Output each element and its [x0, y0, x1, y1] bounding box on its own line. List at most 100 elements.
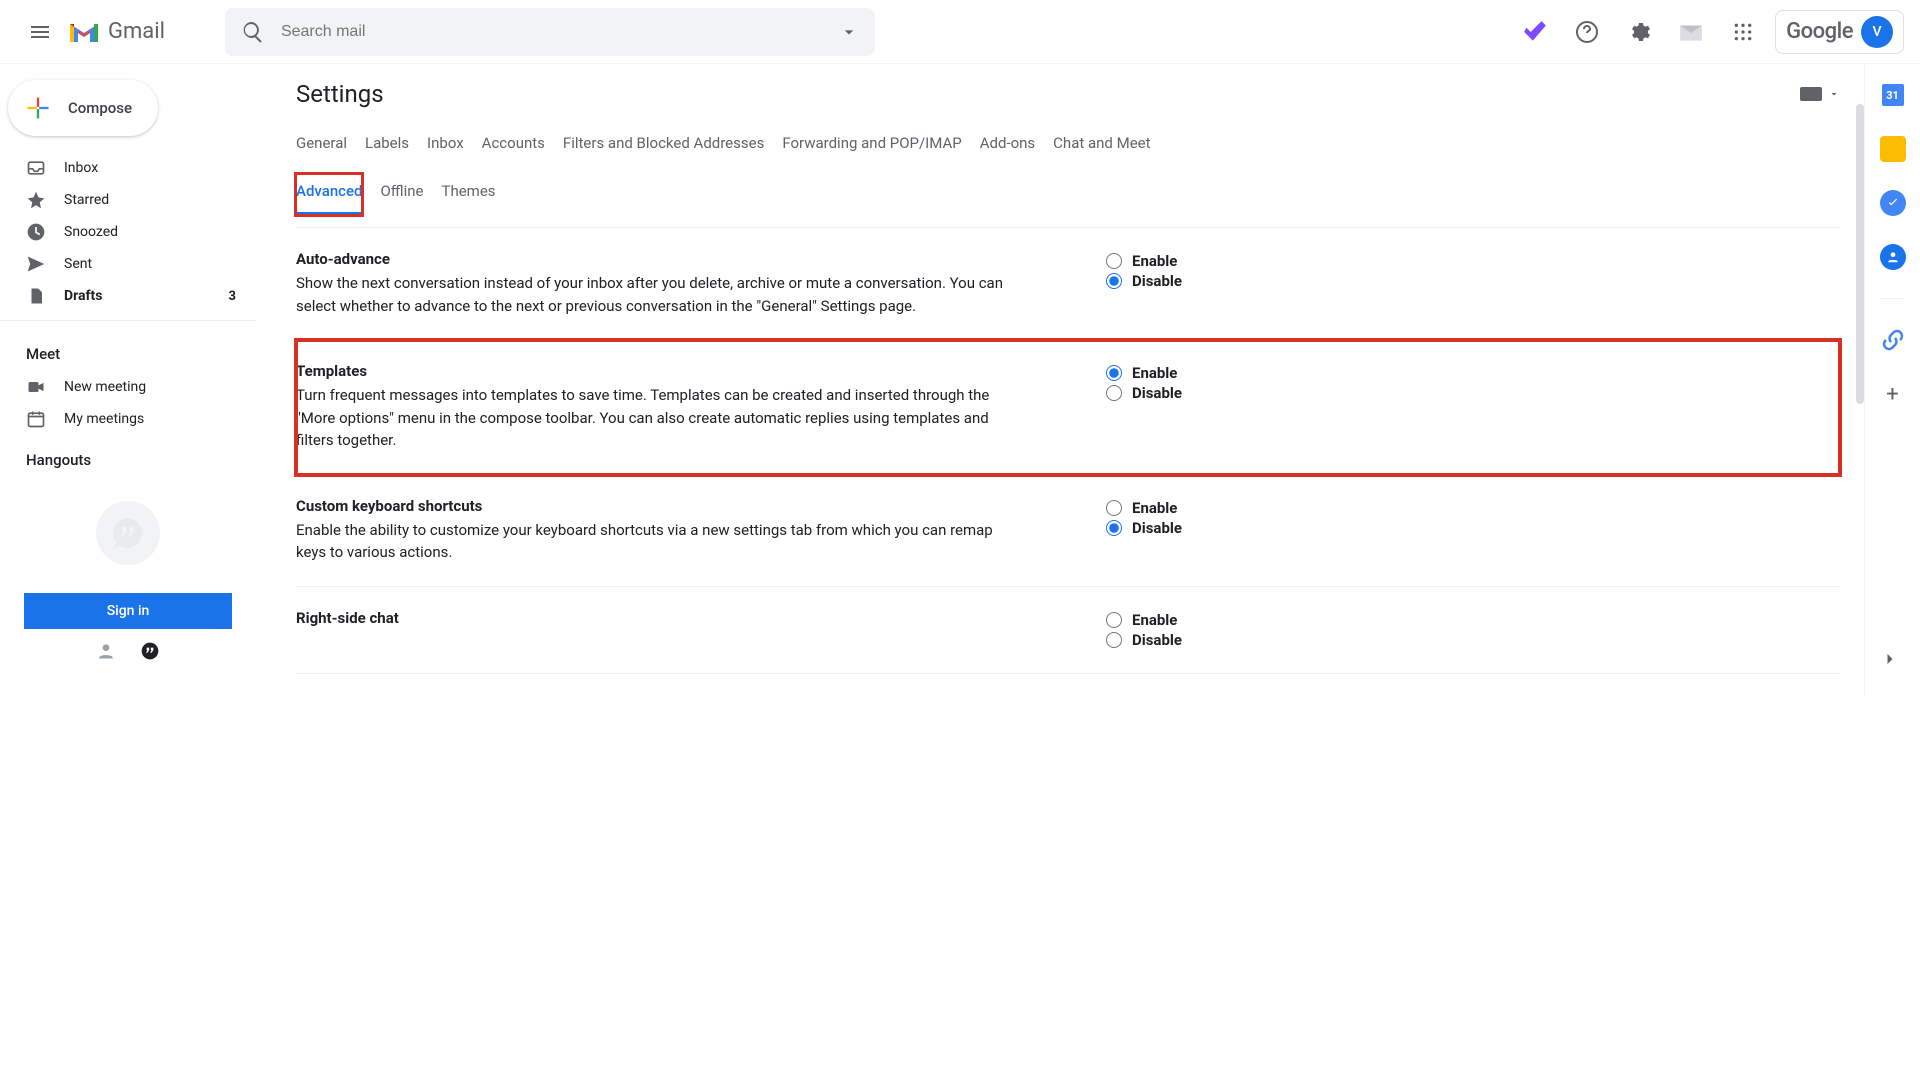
envelope-icon: [1678, 19, 1704, 45]
enable-option[interactable]: Enable: [1106, 611, 1182, 629]
search-bar[interactable]: [225, 8, 875, 56]
meet-my-meetings[interactable]: My meetings: [0, 403, 256, 435]
setting-description: Show the next conversation instead of yo…: [296, 272, 1026, 317]
tab-themes[interactable]: Themes: [442, 174, 496, 215]
chevron-down-icon: [1828, 88, 1840, 100]
app-name: Gmail: [108, 19, 165, 44]
cal-icon: [26, 409, 46, 429]
input-tools-button[interactable]: [1800, 87, 1840, 101]
enable-option[interactable]: Enable: [1106, 499, 1182, 517]
contacts-app-icon[interactable]: [1880, 244, 1906, 270]
disable-option[interactable]: Disable: [1106, 519, 1182, 537]
enable-option[interactable]: Enable: [1106, 252, 1182, 270]
page-title: Settings: [296, 80, 384, 108]
person-icon[interactable]: [96, 641, 116, 661]
calendar-app-icon[interactable]: 31: [1880, 82, 1906, 108]
clock-icon: [26, 222, 46, 242]
keyboard-icon: [1800, 87, 1822, 101]
setting-templates: Templates Turn frequent messages into tem…: [296, 340, 1840, 475]
apps-button[interactable]: [1723, 12, 1763, 52]
google-account-box[interactable]: Google V: [1775, 10, 1904, 54]
hangouts-placeholder: [96, 501, 160, 565]
tasks-app-icon[interactable]: [1880, 190, 1906, 216]
disable-option[interactable]: Disable: [1106, 631, 1182, 649]
google-label: Google: [1786, 19, 1853, 44]
scrollbar[interactable]: [1856, 104, 1864, 404]
gmail-logo[interactable]: Gmail: [68, 19, 165, 44]
nav-inbox[interactable]: Inbox: [0, 152, 256, 184]
enable-radio[interactable]: [1106, 365, 1122, 381]
setting-description: Turn frequent messages into templates to…: [296, 384, 1026, 452]
nav-starred[interactable]: Starred: [0, 184, 256, 216]
tab-forwarding-and-pop-imap[interactable]: Forwarding and POP/IMAP: [782, 126, 961, 164]
gear-icon: [1627, 20, 1651, 44]
nav-sent[interactable]: Sent: [0, 248, 256, 280]
enable-radio[interactable]: [1106, 500, 1122, 516]
tab-inbox[interactable]: Inbox: [427, 126, 464, 164]
star-icon: [26, 190, 46, 210]
tab-advanced[interactable]: Advanced: [296, 174, 362, 215]
settings-tabs-row2: Advanced Offline Themes: [296, 174, 1840, 228]
help-button[interactable]: [1567, 12, 1607, 52]
search-icon: [241, 20, 265, 44]
tab-add-ons[interactable]: Add-ons: [980, 126, 1035, 164]
gmail-icon: [68, 20, 100, 44]
disable-option[interactable]: Disable: [1106, 272, 1182, 290]
hangouts-quote-icon: [110, 515, 146, 551]
nav-snoozed[interactable]: Snoozed: [0, 216, 256, 248]
plus-icon: [24, 94, 52, 122]
search-options-icon[interactable]: [839, 22, 859, 42]
tab-filters-and-blocked-addresses[interactable]: Filters and Blocked Addresses: [563, 126, 764, 164]
extension-button[interactable]: [1515, 12, 1555, 52]
hamburger-icon: [28, 20, 52, 44]
file-icon: [26, 286, 46, 306]
setting-auto-advance: Auto-advance Show the next conversation i…: [296, 228, 1840, 340]
main-menu-button[interactable]: [16, 8, 64, 56]
enable-radio[interactable]: [1106, 612, 1122, 628]
hangouts-small-icon[interactable]: [140, 641, 160, 661]
disable-option[interactable]: Disable: [1106, 384, 1182, 402]
sidebar: Compose InboxStarredSnoozedSentDrafts3 M…: [0, 64, 256, 695]
search-input[interactable]: [281, 23, 839, 41]
setting-custom-keyboard-shortcuts: Custom keyboard shortcuts Enable the abil…: [296, 475, 1840, 587]
setting-title: Auto-advance: [296, 250, 1026, 268]
enable-radio[interactable]: [1106, 253, 1122, 269]
tab-accounts[interactable]: Accounts: [482, 126, 545, 164]
tab-offline[interactable]: Offline: [380, 174, 423, 215]
tab-general[interactable]: General: [296, 126, 347, 164]
disable-radio[interactable]: [1106, 520, 1122, 536]
video-icon: [26, 377, 46, 397]
settings-tabs-row1: General Labels Inbox Accounts Filters and Bl…: [296, 126, 1840, 164]
enable-option[interactable]: Enable: [1106, 364, 1182, 382]
meet-new-meeting[interactable]: New meeting: [0, 371, 256, 403]
compose-label: Compose: [68, 99, 132, 117]
apps-grid-icon: [1733, 22, 1753, 42]
disable-radio[interactable]: [1106, 385, 1122, 401]
setting-title: Custom keyboard shortcuts: [296, 497, 1026, 515]
meet-section-label: Meet: [0, 329, 256, 371]
setting-title: Right-side chat: [296, 609, 1026, 627]
settings-button[interactable]: [1619, 12, 1659, 52]
link-app-icon[interactable]: [1880, 327, 1906, 353]
compose-button[interactable]: Compose: [8, 80, 158, 136]
nav-drafts[interactable]: Drafts3: [0, 280, 256, 312]
checkmark-diamond-icon: [1522, 19, 1548, 45]
add-app-button[interactable]: +: [1880, 381, 1906, 407]
setting-title: Templates: [296, 362, 1026, 380]
send-icon: [26, 254, 46, 274]
hangouts-section-label: Hangouts: [0, 435, 256, 477]
chevron-right-icon: [1880, 649, 1900, 669]
mail-status-button[interactable]: [1671, 12, 1711, 52]
disable-radio[interactable]: [1106, 273, 1122, 289]
inbox-icon: [26, 158, 46, 178]
avatar[interactable]: V: [1861, 16, 1893, 48]
collapse-panel-button[interactable]: [1880, 649, 1906, 675]
sign-in-button[interactable]: Sign in: [24, 593, 232, 629]
help-icon: [1575, 20, 1599, 44]
tab-chat-and-meet[interactable]: Chat and Meet: [1053, 126, 1150, 164]
header: Gmail Google V: [0, 0, 1920, 64]
keep-app-icon[interactable]: [1880, 136, 1906, 162]
disable-radio[interactable]: [1106, 632, 1122, 648]
tab-labels[interactable]: Labels: [365, 126, 409, 164]
setting-description: Enable the ability to customize your key…: [296, 519, 1026, 564]
